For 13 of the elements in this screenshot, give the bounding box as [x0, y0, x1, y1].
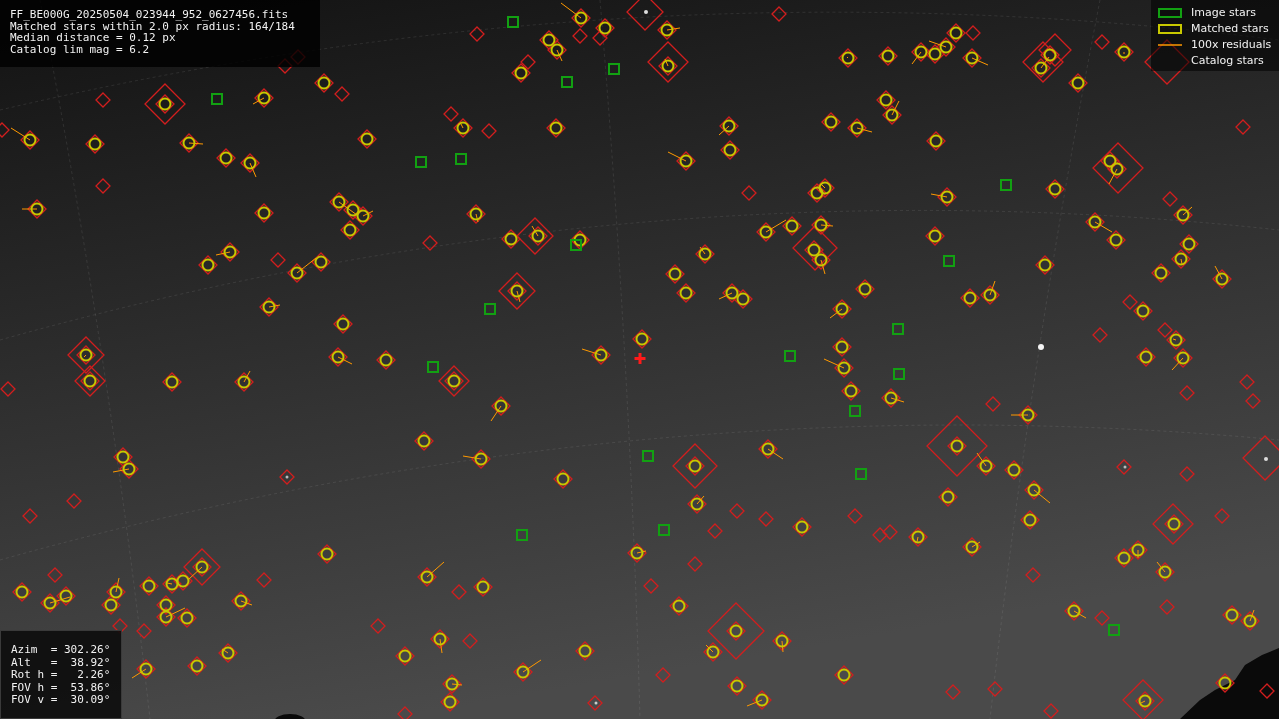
- orientation-text: Alt = 38.92°: [11, 656, 111, 669]
- info-text: Matched stars within 2.0 px radius: 164/184: [10, 20, 296, 32]
- legend-label: Catalog stars: [1191, 54, 1264, 67]
- orientation-text: Azim = 302.26°: [11, 644, 111, 657]
- legend-label: Image stars: [1191, 6, 1256, 19]
- info-text: FF_BE000G_20250504_023944_952_0627456.fits: [10, 9, 290, 21]
- orientation-text: Rot h = 2.26°: [11, 669, 111, 682]
- info-text: Catalog lim mag = 6.2: [10, 43, 151, 55]
- legend-label: 100x residuals: [1191, 38, 1272, 51]
- info-text: Median distance = 0.12 px: [10, 32, 176, 44]
- legend-label: Matched stars: [1191, 22, 1269, 35]
- orientation-text: FOV v = 30.09°: [11, 694, 111, 707]
- orientation-text: FOV h = 53.86°: [11, 681, 111, 694]
